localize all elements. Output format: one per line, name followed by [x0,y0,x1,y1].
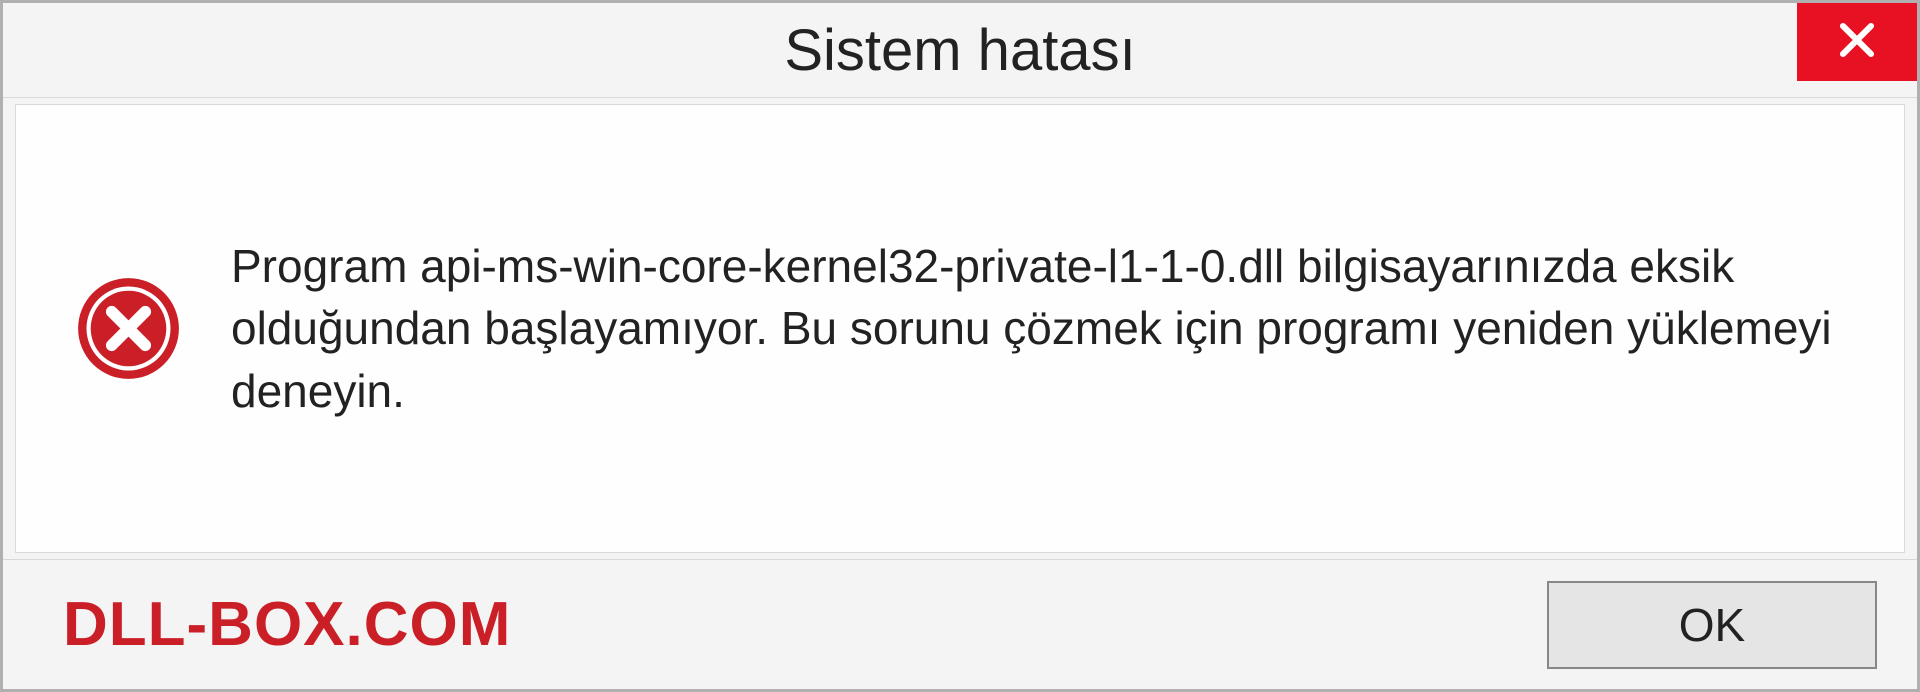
content-area: Program api-ms-win-core-kernel32-private… [15,104,1905,553]
close-button[interactable] [1797,3,1917,81]
error-dialog: Sistem hatası Program api-ms-win-core-ke… [0,0,1920,692]
titlebar: Sistem hatası [3,3,1917,98]
watermark-text: DLL-BOX.COM [63,589,511,660]
error-icon [76,276,181,381]
ok-button[interactable]: OK [1547,581,1877,669]
error-message: Program api-ms-win-core-kernel32-private… [231,235,1844,421]
close-icon [1836,19,1878,66]
dialog-title: Sistem hatası [784,17,1135,84]
dialog-footer: DLL-BOX.COM OK [3,559,1917,689]
